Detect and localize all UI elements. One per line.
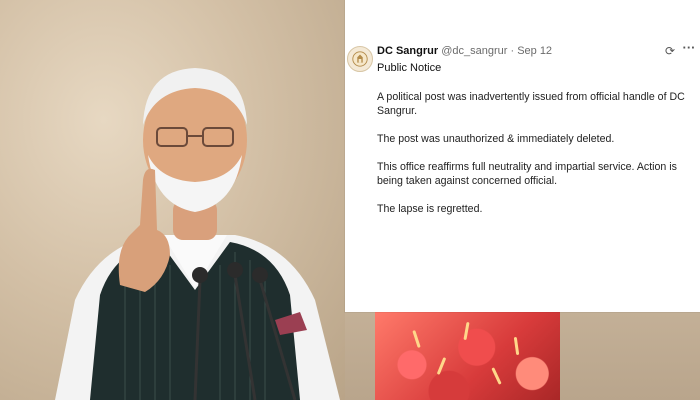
grok-icon[interactable]: ⟳ [663, 44, 677, 58]
more-icon[interactable]: ··· [682, 40, 696, 55]
tweet-card: DC Sangrur @dc_sangrur · Sep 12 ⟳ ··· Pu… [345, 0, 700, 312]
flower-image [375, 312, 560, 400]
speaker-photo [55, 68, 340, 400]
separator-dot: · [510, 45, 515, 57]
tweet-paragraph: The post was unauthorized & immediately … [377, 133, 615, 145]
tweet-subtitle: Public Notice [377, 62, 442, 74]
tweet-date[interactable]: Sep 12 [517, 45, 552, 57]
author-handle[interactable]: @dc_sangrur [441, 45, 507, 57]
tweet-paragraph: A political post was inadvertently issue… [377, 91, 685, 117]
author-name[interactable]: DC Sangrur [377, 45, 438, 57]
tweet-body: A political post was inadvertently issue… [377, 90, 695, 230]
government-emblem-icon[interactable] [347, 46, 373, 72]
tweet-header: DC Sangrur @dc_sangrur · Sep 12 [377, 45, 552, 57]
tweet-paragraph: The lapse is regretted. [377, 203, 483, 215]
tweet-paragraph: This office reaffirms full neutrality an… [377, 161, 677, 187]
